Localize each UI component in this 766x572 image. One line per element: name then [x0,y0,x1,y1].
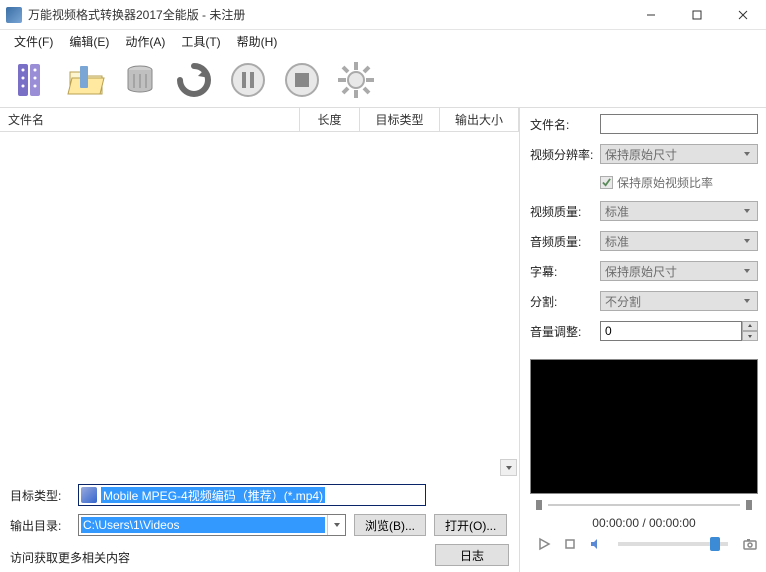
delete-button[interactable] [114,55,166,105]
snapshot-icon[interactable] [742,536,758,552]
audio-quality-value: 标准 [605,233,629,250]
chevron-down-icon [741,267,753,275]
close-button[interactable] [720,0,766,30]
toolbar [0,52,766,108]
menu-tools[interactable]: 工具(T) [175,31,226,52]
titlebar: 万能视频格式转换器2017全能版 - 未注册 [0,0,766,30]
target-type-selector[interactable]: Mobile MPEG-4视频编码（推荐）(*.mp4) [78,484,426,506]
pause-button[interactable] [222,55,274,105]
file-list-header: 文件名 长度 目标类型 输出大小 [0,108,519,132]
split-select[interactable]: 不分割 [600,291,758,311]
audio-quality-select[interactable]: 标准 [600,231,758,251]
video-preview [530,359,758,494]
volume-icon[interactable] [588,536,604,552]
app-icon [6,7,22,23]
format-icon [81,487,97,503]
seek-start-marker[interactable] [536,500,542,510]
split-value: 不分割 [605,293,641,310]
video-quality-label: 视频质量: [530,203,600,220]
stop-button[interactable] [276,55,328,105]
play-controls [530,536,758,552]
chevron-down-icon [741,207,753,215]
output-dir-label: 输出目录: [10,517,70,534]
filename-label: 文件名: [530,116,600,133]
log-button[interactable]: 日志 [435,544,509,566]
menu-help[interactable]: 帮助(H) [231,31,284,52]
chevron-down-icon [741,150,753,158]
audio-quality-label: 音频质量: [530,233,600,250]
main-area: 文件名 长度 目标类型 输出大小 目标类型: Mobile MPEG-4视频编码… [0,108,766,572]
right-pane: 文件名: 视频分辨率: 保持原始尺寸 保持原始视频比率 视频质量: 标准 [520,108,766,572]
seek-bar[interactable] [530,500,758,510]
timecode-display: 00:00:00 / 00:00:00 [530,516,758,530]
output-dir-value: C:\Users\1\Videos [81,517,325,533]
play-icon[interactable] [536,536,552,552]
maximize-button[interactable] [674,0,720,30]
minimize-button[interactable] [628,0,674,30]
keep-ratio-checkbox[interactable] [600,176,613,189]
open-folder-button[interactable] [60,55,112,105]
subtitle-value: 保持原始尺寸 [605,263,677,280]
target-type-value: Mobile MPEG-4视频编码（推荐）(*.mp4) [101,487,325,503]
stop-icon[interactable] [562,536,578,552]
settings-button[interactable] [330,55,382,105]
scroll-down-button[interactable] [500,459,517,476]
target-type-label: 目标类型: [10,487,70,504]
menu-edit[interactable]: 编辑(E) [63,31,115,52]
convert-button[interactable] [168,55,220,105]
file-list-body[interactable] [0,132,519,478]
left-pane: 文件名 长度 目标类型 输出大小 目标类型: Mobile MPEG-4视频编码… [0,108,520,572]
split-label: 分割: [530,293,600,310]
volume-spinner[interactable]: 0 [600,321,758,341]
more-content-link[interactable]: 访问获取更多相关内容 [10,545,130,566]
col-output-size[interactable]: 输出大小 [440,108,519,131]
resolution-select[interactable]: 保持原始尺寸 [600,144,758,164]
volume-down-button[interactable] [742,331,758,341]
chevron-down-icon [741,297,753,305]
seek-end-marker[interactable] [746,500,752,510]
keep-ratio-label: 保持原始视频比率 [617,174,713,191]
col-filename[interactable]: 文件名 [0,108,300,131]
seek-track[interactable] [548,504,740,506]
menubar: 文件(F) 编辑(E) 动作(A) 工具(T) 帮助(H) [0,30,766,52]
browse-button[interactable]: 浏览(B)... [354,514,426,536]
col-length[interactable]: 长度 [300,108,360,131]
filename-input[interactable] [600,114,758,134]
chevron-down-icon[interactable] [327,515,345,535]
window-title: 万能视频格式转换器2017全能版 - 未注册 [28,6,628,23]
menu-file[interactable]: 文件(F) [8,31,59,52]
open-button[interactable]: 打开(O)... [434,514,507,536]
volume-up-button[interactable] [742,321,758,331]
col-target-type[interactable]: 目标类型 [360,108,440,131]
add-file-button[interactable] [6,55,58,105]
resolution-label: 视频分辨率: [530,146,600,163]
bottom-left-panel: 目标类型: Mobile MPEG-4视频编码（推荐）(*.mp4) 输出目录:… [0,478,519,572]
volume-value: 0 [600,321,742,341]
volume-slider[interactable] [618,542,728,546]
video-quality-select[interactable]: 标准 [600,201,758,221]
resolution-value: 保持原始尺寸 [605,146,677,163]
subtitle-label: 字幕: [530,263,600,280]
volume-label: 音量调整: [530,323,600,340]
subtitle-select[interactable]: 保持原始尺寸 [600,261,758,281]
menu-action[interactable]: 动作(A) [119,31,171,52]
chevron-down-icon [741,237,753,245]
video-quality-value: 标准 [605,203,629,220]
volume-slider-thumb[interactable] [710,537,720,551]
output-dir-combo[interactable]: C:\Users\1\Videos [78,514,346,536]
